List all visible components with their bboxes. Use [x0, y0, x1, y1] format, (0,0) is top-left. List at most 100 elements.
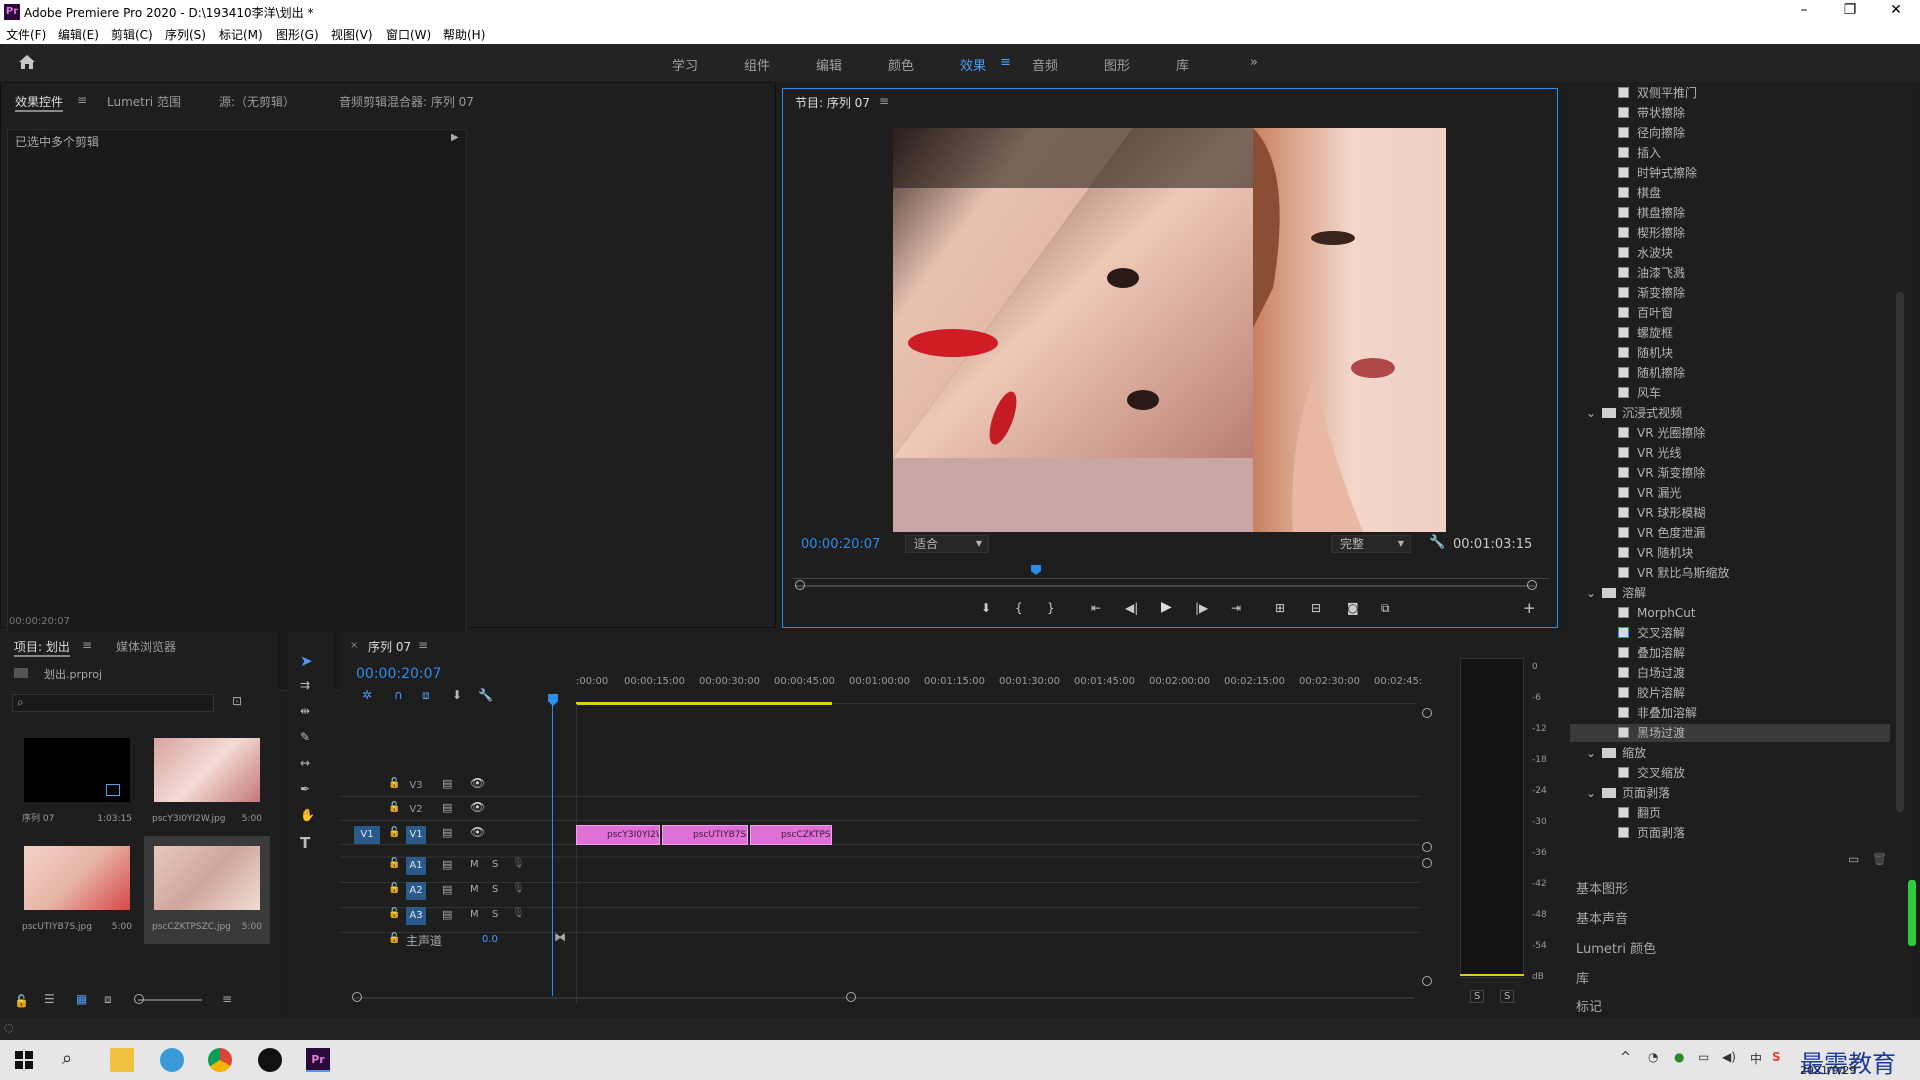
horizontal-scrollbar[interactable]	[354, 997, 1414, 999]
project-item-image[interactable]: pscY3I0YI2W.jpg 5:00	[144, 728, 270, 836]
lock-icon[interactable]: 🔓	[388, 908, 400, 919]
effect-item[interactable]: 风车	[1618, 384, 1661, 402]
effect-item[interactable]: 百叶窗	[1618, 304, 1673, 322]
ripple-edit-tool-icon[interactable]: ⇹	[300, 704, 310, 718]
effect-item[interactable]: 随机块	[1618, 344, 1673, 362]
effect-item[interactable]: VR 默比乌斯缩放	[1618, 564, 1729, 582]
tray-icon[interactable]: ●	[1674, 1050, 1684, 1064]
effect-item[interactable]: 随机擦除	[1618, 364, 1685, 382]
go-to-out-icon[interactable]: ⇥	[1231, 601, 1241, 615]
add-marker-icon[interactable]: ⬇	[452, 688, 462, 702]
export-frame-icon[interactable]: ◙	[1347, 601, 1359, 615]
effect-item[interactable]: VR 漏光	[1618, 484, 1681, 502]
mute-button[interactable]: M	[470, 884, 479, 895]
project-item-sequence[interactable]: 序列 07 1:03:15	[14, 728, 140, 836]
premiere-taskbar-icon[interactable]: Pr	[306, 1048, 330, 1072]
play-icon[interactable]: ▶	[1161, 599, 1172, 615]
effect-item[interactable]: 非叠加溶解	[1618, 704, 1697, 722]
tray-icon[interactable]: ◔	[1648, 1050, 1658, 1064]
sync-lock-icon[interactable]: ▤	[442, 826, 452, 839]
sync-lock-icon[interactable]: ▤	[442, 801, 452, 814]
mute-button[interactable]: M	[470, 909, 479, 920]
expand-arrow-icon[interactable]: ▶	[451, 132, 459, 143]
pen-tool-icon[interactable]: ✒	[300, 782, 310, 796]
effect-item[interactable]: 径向擦除	[1618, 124, 1685, 142]
sequence-menu-icon[interactable]: ≡	[418, 638, 428, 652]
workspace-audio[interactable]: 音频	[1032, 55, 1058, 74]
sync-lock-icon[interactable]: ▤	[442, 883, 452, 896]
network-icon[interactable]: ▭	[1698, 1050, 1709, 1064]
tab-project[interactable]: 项目: 划出	[14, 638, 70, 657]
delete-icon[interactable]: 🗑	[1872, 852, 1887, 866]
sync-lock-icon[interactable]: ▤	[442, 777, 452, 790]
microphone-icon[interactable]: 🎙	[512, 858, 525, 869]
program-menu-icon[interactable]: ≡	[879, 94, 889, 108]
hand-tool-icon[interactable]: ✋	[300, 808, 315, 822]
project-item-image[interactable]: pscUTIYB7S.jpg 5:00	[14, 836, 140, 944]
menu-edit[interactable]: 编辑(E)	[58, 26, 99, 43]
lock-icon[interactable]: 🔓	[388, 883, 400, 894]
chrome-icon[interactable]	[208, 1048, 232, 1072]
eye-icon[interactable]: 👁	[470, 825, 485, 839]
solo-button[interactable]: S	[492, 909, 498, 920]
menu-clip[interactable]: 剪辑(C)	[111, 26, 153, 43]
eye-icon[interactable]: 👁	[470, 776, 485, 790]
windows-start-icon[interactable]	[12, 1048, 36, 1072]
project-menu-icon[interactable]: ≡	[82, 638, 92, 652]
vertical-scroll-handle[interactable]	[1422, 976, 1432, 986]
section-lumetri-color[interactable]: Lumetri 颜色	[1576, 938, 1656, 957]
project-item-image-selected[interactable]: pscCZKTPSZC.jpg 5:00	[144, 836, 270, 944]
nest-icon[interactable]: ✲	[362, 688, 372, 702]
section-markers[interactable]: 标记	[1576, 996, 1602, 1015]
source-patch-v1[interactable]: V1	[354, 826, 380, 844]
solo-button[interactable]: S	[492, 859, 498, 870]
track-select-tool-icon[interactable]: ⇉	[300, 678, 310, 692]
extract-icon[interactable]: ⊟	[1311, 601, 1321, 615]
qq-icon[interactable]	[258, 1048, 282, 1072]
program-time-ruler[interactable]	[793, 567, 1549, 579]
maximize-button[interactable]: ❐	[1830, 2, 1870, 18]
solo-button[interactable]: S	[492, 884, 498, 895]
new-bin-icon[interactable]: ▭	[1848, 852, 1859, 866]
timeline-playhead[interactable]	[548, 694, 558, 706]
effect-item[interactable]: 胶片溶解	[1618, 684, 1685, 702]
sync-lock-icon[interactable]: ▤	[442, 908, 452, 921]
effect-item[interactable]: 渐变擦除	[1618, 284, 1685, 302]
menu-file[interactable]: 文件(F)	[6, 26, 46, 43]
step-forward-icon[interactable]: |▶	[1195, 601, 1208, 615]
timeline-clip[interactable]: pscUTIYB7S.jpg	[662, 825, 748, 845]
effect-item[interactable]: 页面剥落	[1618, 824, 1685, 842]
snap-icon[interactable]: ∩	[394, 688, 403, 702]
microphone-icon[interactable]: 🎙	[512, 908, 525, 919]
search-icon[interactable]: ⌕	[62, 1048, 72, 1069]
volume-icon[interactable]: ◀)	[1722, 1050, 1736, 1064]
more-workspaces-icon[interactable]: »	[1250, 55, 1258, 70]
zoom-handle-left[interactable]	[795, 580, 805, 590]
menu-window[interactable]: 窗口(W)	[386, 26, 431, 43]
add-button-icon[interactable]: +	[1523, 599, 1536, 617]
solo-button[interactable]: S	[1500, 990, 1515, 1003]
lock-icon[interactable]: 🔓	[388, 858, 400, 869]
horizontal-scroll-handle[interactable]	[352, 992, 362, 1002]
track-label-v1[interactable]: V1	[406, 826, 426, 844]
type-tool-icon[interactable]: T	[300, 834, 310, 852]
tab-sequence[interactable]: 序列 07	[368, 638, 411, 655]
fit-dropdown[interactable]: 适合 ▼	[905, 535, 989, 553]
tab-effect-controls[interactable]: 效果控件	[15, 93, 64, 112]
vertical-scroll-handle[interactable]	[1422, 842, 1432, 852]
track-label-v3[interactable]: V3	[406, 777, 426, 795]
track-label-v2[interactable]: V2	[406, 801, 426, 819]
effect-item[interactable]: 翻页	[1618, 804, 1661, 822]
icon-view-icon[interactable]: ▦	[76, 992, 87, 1006]
quality-dropdown[interactable]: 完整 ▼	[1331, 535, 1411, 553]
effect-item[interactable]: VR 随机块	[1618, 544, 1693, 562]
menu-view[interactable]: 视图(V)	[331, 26, 373, 43]
effect-item[interactable]: 棋盘	[1618, 184, 1661, 202]
effect-item[interactable]: 楔形擦除	[1618, 224, 1685, 242]
mark-in-icon[interactable]: {	[1015, 601, 1023, 615]
sogou-icon[interactable]: S	[1772, 1050, 1781, 1064]
eye-icon[interactable]: 👁	[470, 800, 485, 814]
effect-item[interactable]: 叠加溶解	[1618, 644, 1685, 662]
program-timecode[interactable]: 00:00:20:07	[801, 537, 880, 552]
menu-help[interactable]: 帮助(H)	[443, 26, 485, 43]
